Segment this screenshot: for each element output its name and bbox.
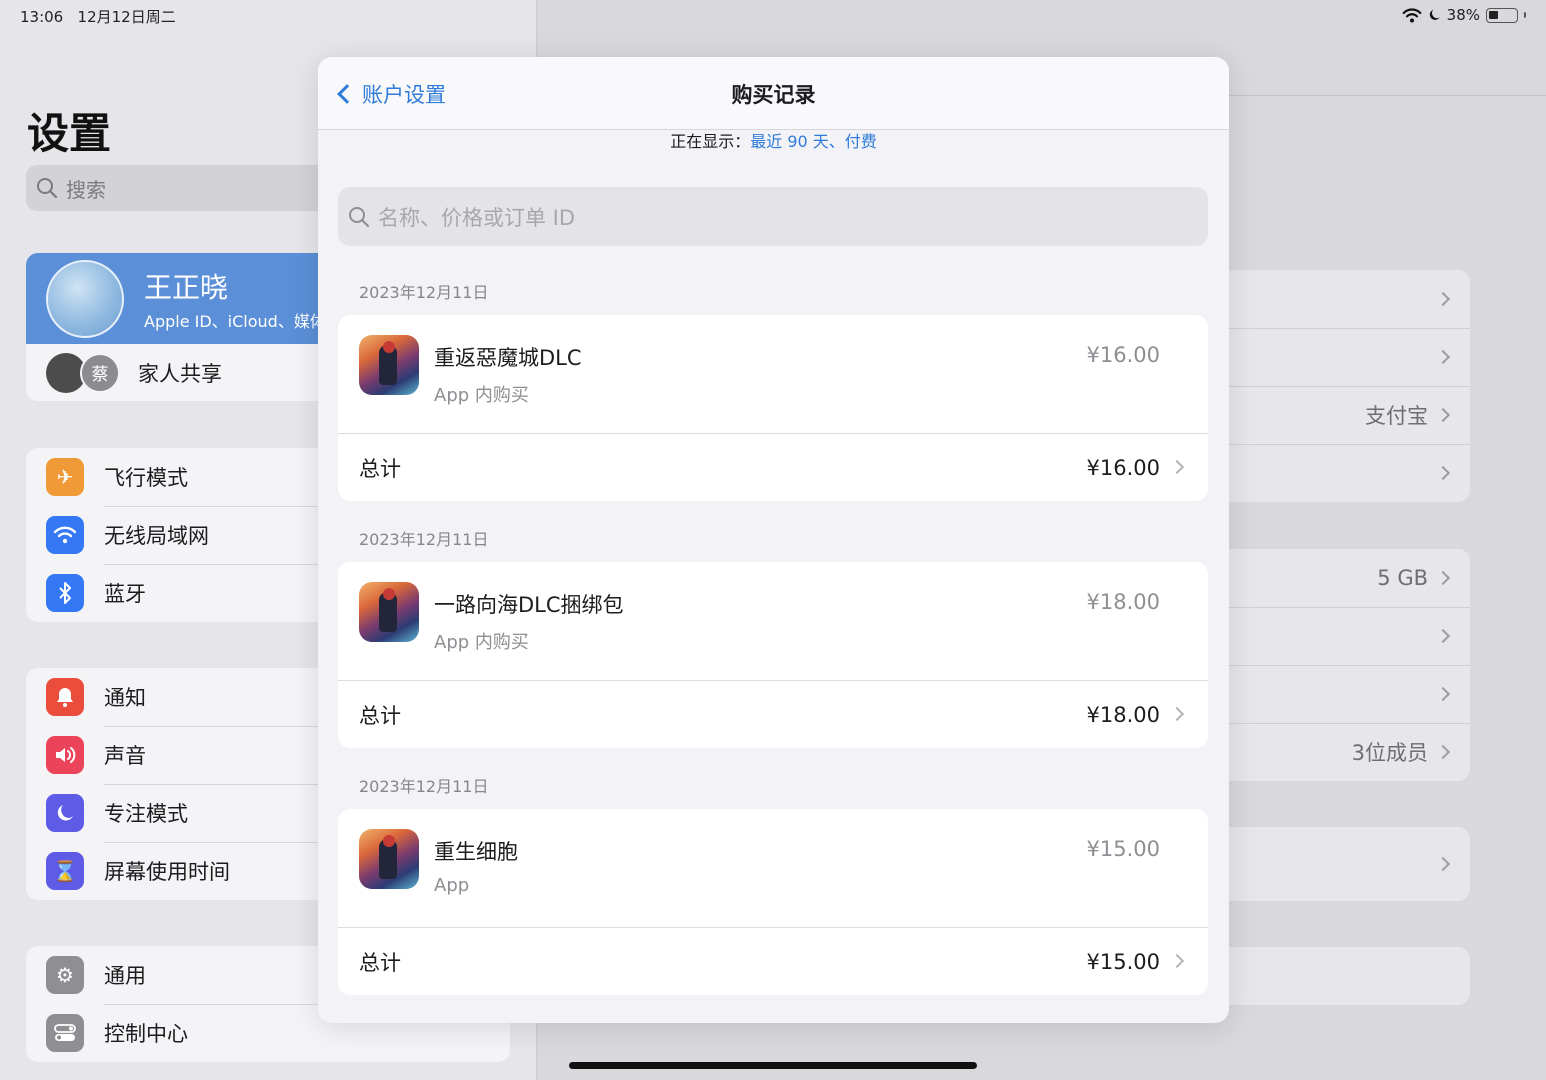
chevron-right-icon bbox=[1435, 291, 1451, 307]
sidebar-item-label: 通用 bbox=[104, 964, 146, 988]
purchase-search-input[interactable]: 名称、价格或订单 ID bbox=[338, 187, 1208, 246]
showing-prefix: 正在显示： bbox=[670, 132, 751, 151]
page-title: 设置 bbox=[27, 109, 112, 158]
item-type: App 内购买 bbox=[434, 385, 529, 406]
sidebar-item-label: 屏幕使用时间 bbox=[104, 860, 230, 884]
sidebar-item-label: 蓝牙 bbox=[104, 582, 146, 606]
purchase-card: 重返惡魔城DLC App 内购买 ¥16.00 总计 ¥16.00 bbox=[338, 315, 1208, 501]
row-value: 支付宝 bbox=[1365, 404, 1428, 428]
modal-title: 购买记录 bbox=[731, 82, 816, 107]
chevron-right-icon bbox=[1435, 570, 1451, 586]
chevron-right-icon bbox=[1435, 465, 1451, 481]
total-label: 总计 bbox=[359, 456, 401, 481]
sidebar-item-label: 控制中心 bbox=[104, 1022, 188, 1046]
family-avatar-initial: 蔡 bbox=[80, 352, 120, 393]
filter-link[interactable]: 最近 90 天、付费 bbox=[750, 132, 877, 151]
item-name: 重生细胞 bbox=[434, 840, 518, 864]
purchase-date-header: 2023年12月11日 bbox=[359, 283, 489, 302]
sidebar-item-label: 通知 bbox=[104, 686, 146, 710]
total-row[interactable]: 总计 ¥16.00 bbox=[338, 434, 1208, 501]
gear-icon: ⚙ bbox=[46, 956, 84, 994]
battery-percent: 38% bbox=[1446, 6, 1480, 24]
battery-icon bbox=[1486, 7, 1518, 23]
item-type: App bbox=[434, 875, 470, 896]
sidebar-item-label: 飞行模式 bbox=[104, 466, 188, 490]
chevron-right-icon bbox=[1435, 407, 1451, 423]
status-date: 12月12日周二 bbox=[77, 8, 176, 26]
total-amount: ¥16.00 bbox=[1086, 455, 1160, 480]
status-time: 13:06 12月12日周二 bbox=[20, 6, 176, 27]
sidebar-item-label: 声音 bbox=[104, 744, 146, 768]
total-row[interactable]: 总计 ¥18.00 bbox=[338, 681, 1208, 748]
chevron-right-icon bbox=[1435, 349, 1451, 365]
item-type: App 内购买 bbox=[434, 632, 529, 653]
sidebar-search-placeholder: 搜索 bbox=[66, 177, 106, 202]
app-icon bbox=[359, 829, 419, 889]
battery-tip bbox=[1524, 12, 1526, 18]
sidebar-item-label: 无线局域网 bbox=[104, 524, 209, 548]
purchase-item-row[interactable]: 重返惡魔城DLC App 内购买 ¥16.00 bbox=[338, 315, 1208, 434]
speaker-icon bbox=[46, 736, 84, 774]
search-icon bbox=[349, 206, 370, 227]
showing-filter: 正在显示：最近 90 天、付费 bbox=[318, 128, 1229, 152]
family-sharing-label: 家人共享 bbox=[138, 361, 222, 386]
wifi-icon bbox=[46, 516, 84, 554]
hourglass-icon: ⌛ bbox=[46, 852, 84, 890]
total-amount: ¥18.00 bbox=[1086, 702, 1160, 727]
modal-nav-bar: 购买记录 账户设置 bbox=[318, 57, 1229, 130]
purchase-card: 一路向海DLC捆绑包 App 内购买 ¥18.00 总计 ¥18.00 bbox=[338, 562, 1208, 748]
home-indicator[interactable] bbox=[569, 1062, 977, 1069]
purchase-item-row[interactable]: 一路向海DLC捆绑包 App 内购买 ¥18.00 bbox=[338, 562, 1208, 681]
chevron-right-icon bbox=[1435, 856, 1451, 872]
chevron-right-icon bbox=[1169, 706, 1185, 722]
total-amount: ¥15.00 bbox=[1086, 949, 1160, 974]
purchase-card: 重生细胞 App ¥15.00 总计 ¥15.00 bbox=[338, 809, 1208, 995]
row-value: 5 GB bbox=[1377, 566, 1428, 590]
clock: 13:06 bbox=[20, 8, 64, 26]
purchase-date-header: 2023年12月11日 bbox=[359, 530, 489, 549]
moon-status-icon bbox=[1429, 9, 1440, 20]
chevron-left-icon bbox=[337, 83, 357, 104]
item-price: ¥18.00 bbox=[1086, 590, 1160, 614]
search-placeholder: 名称、价格或订单 ID bbox=[378, 205, 576, 230]
total-label: 总计 bbox=[359, 950, 401, 975]
chevron-right-icon bbox=[1169, 953, 1185, 969]
search-icon bbox=[37, 178, 58, 199]
family-avatars: 蔡 bbox=[46, 352, 120, 393]
bluetooth-icon bbox=[46, 574, 84, 612]
toggles-icon bbox=[46, 1014, 84, 1052]
back-button-label: 账户设置 bbox=[362, 82, 446, 107]
chevron-right-icon bbox=[1169, 459, 1185, 475]
wifi-status-icon bbox=[1402, 7, 1422, 22]
moon-icon bbox=[46, 794, 84, 832]
chevron-right-icon bbox=[1435, 686, 1451, 702]
row-value: 3位成员 bbox=[1351, 741, 1428, 765]
item-price: ¥16.00 bbox=[1086, 343, 1160, 367]
sidebar-item-label: 专注模式 bbox=[104, 802, 188, 826]
avatar bbox=[46, 259, 124, 338]
purchase-history-modal: 购买记录 账户设置 正在显示：最近 90 天、付费 名称、价格或订单 ID 20… bbox=[318, 57, 1229, 1023]
total-row[interactable]: 总计 ¥15.00 bbox=[338, 928, 1208, 995]
chevron-right-icon bbox=[1435, 628, 1451, 644]
item-name: 重返惡魔城DLC bbox=[434, 346, 582, 370]
app-icon bbox=[359, 335, 419, 395]
chevron-right-icon bbox=[1435, 744, 1451, 760]
item-name: 一路向海DLC捆绑包 bbox=[434, 593, 624, 617]
app-icon bbox=[359, 582, 419, 642]
purchase-item-row[interactable]: 重生细胞 App ¥15.00 bbox=[338, 809, 1208, 928]
airplane-icon: ✈ bbox=[46, 458, 84, 496]
bell-icon bbox=[46, 678, 84, 716]
status-indicators: 38% bbox=[1402, 6, 1526, 24]
back-button[interactable]: 账户设置 bbox=[334, 57, 446, 130]
item-price: ¥15.00 bbox=[1086, 837, 1160, 861]
total-label: 总计 bbox=[359, 703, 401, 728]
purchase-date-header: 2023年12月11日 bbox=[359, 777, 489, 796]
